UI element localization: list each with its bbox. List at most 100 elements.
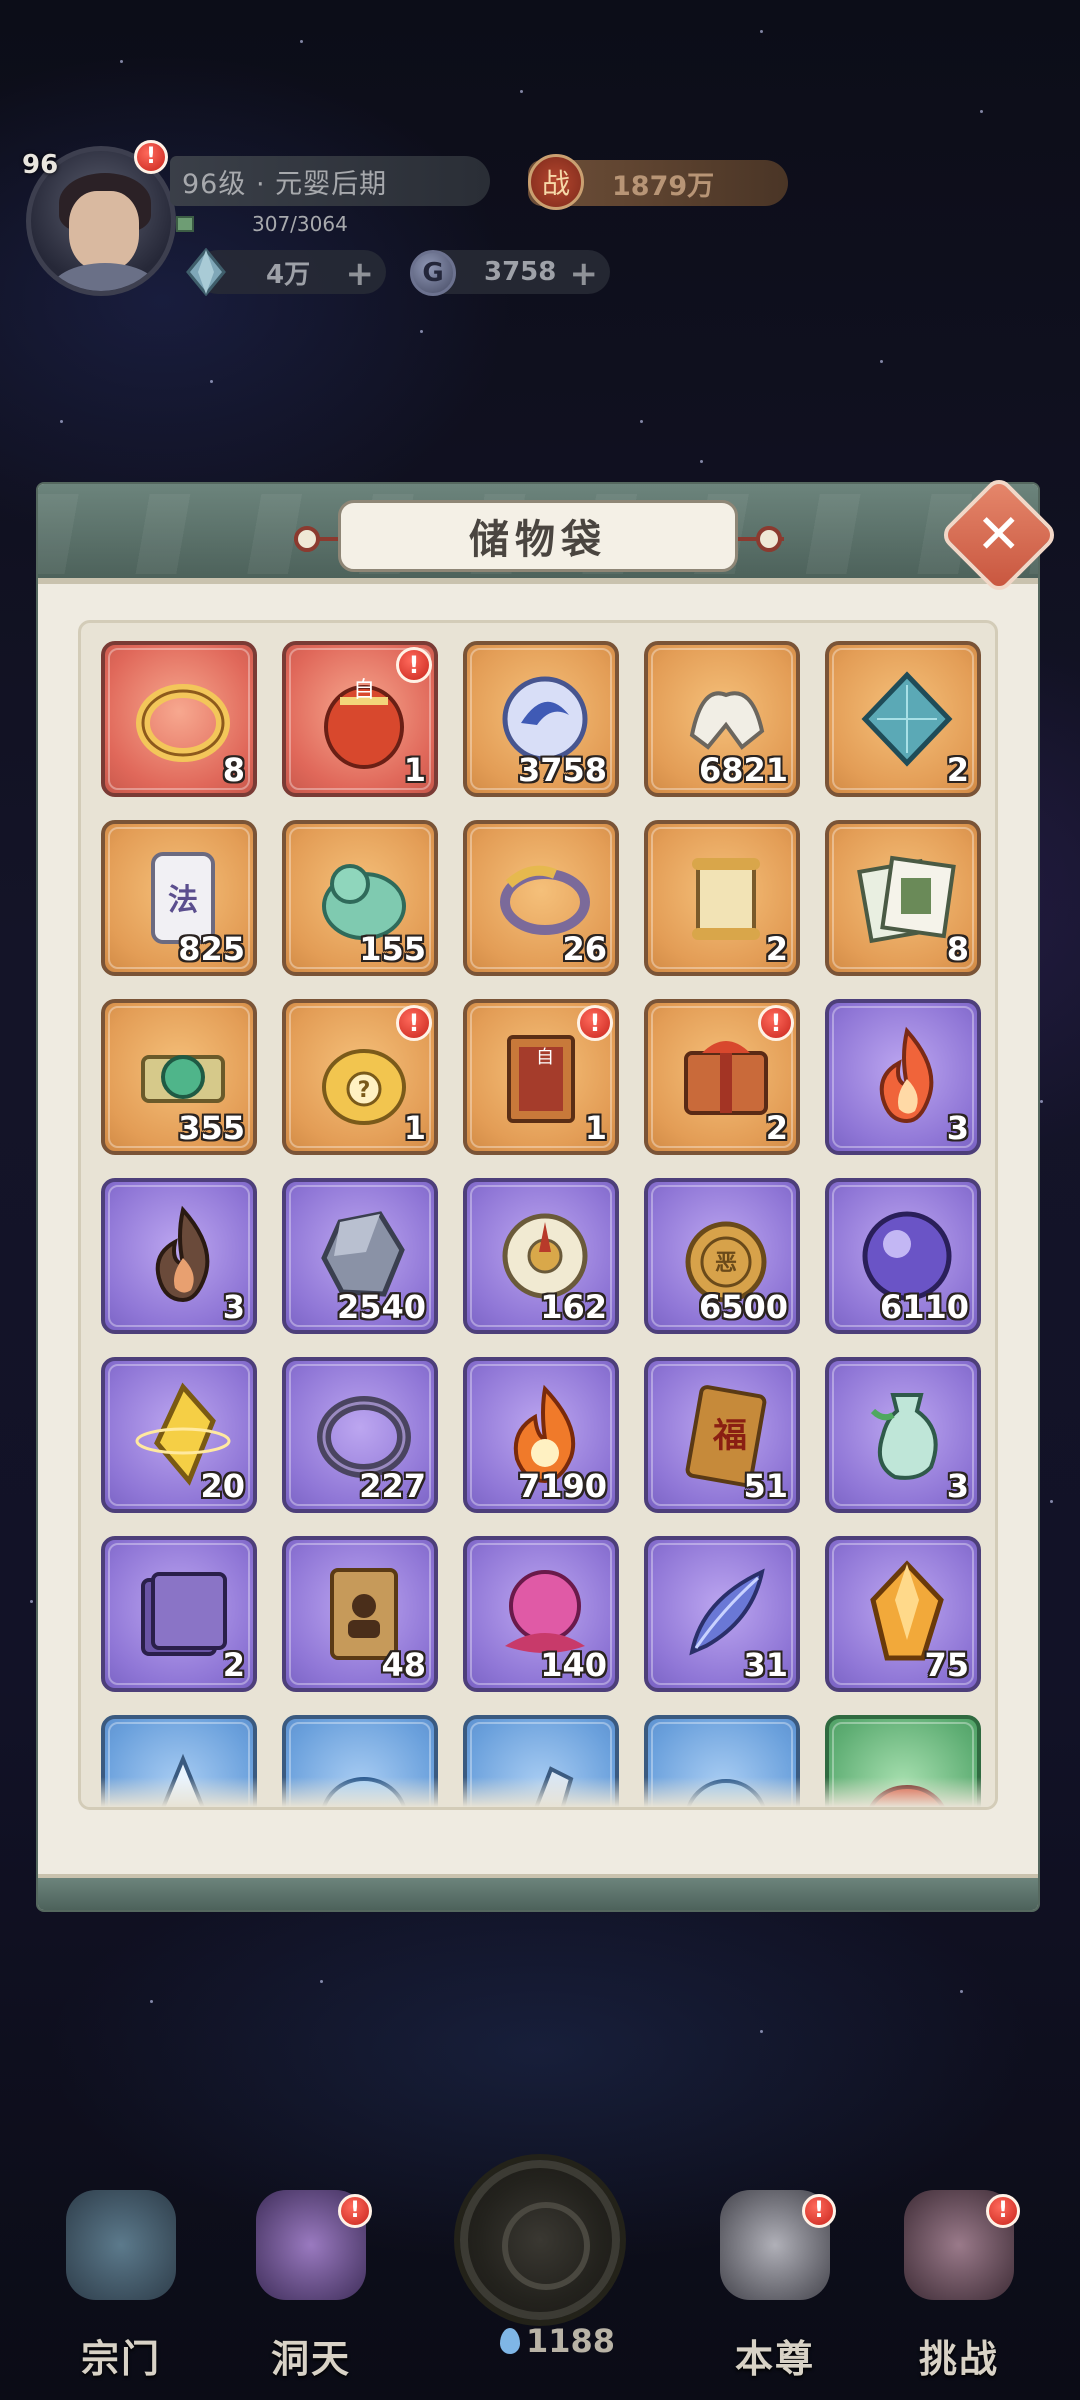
item-count: 1 [403,1109,426,1147]
teal-crystal-icon [853,665,961,773]
scroll-fade [81,1777,995,1807]
item-slot-golden-shard[interactable]: 20 [101,1357,257,1513]
item-slot-dark-ring[interactable]: 227 [282,1357,438,1513]
nav-cave-alert-icon: ! [338,2194,372,2228]
nav-challenge[interactable]: ! 挑战 [874,2190,1044,2381]
item-count: 20 [200,1467,245,1505]
item-slot-iron-ore[interactable]: 2540 [282,1178,438,1334]
item-slot-golden-ring[interactable]: 8 [101,641,257,797]
svg-text:恶: 恶 [715,1251,737,1276]
item-slot-red-lucky-bag[interactable]: 自 1! [282,641,438,797]
red-book-icon: 自 [491,1023,599,1131]
item-slot-spirit-feather[interactable]: 31 [644,1536,800,1692]
purple-tome-icon [129,1560,237,1668]
book-pages-icon [853,844,961,952]
water-drop-icon [500,2328,520,2354]
exp-fill [176,216,194,232]
scroll-icon [672,844,780,952]
item-count: 6821 [698,751,788,789]
item-count: 140 [540,1646,607,1684]
svg-text:自: 自 [536,1047,554,1068]
nav-cave[interactable]: ! 洞天 [226,2190,396,2381]
item-slot-teal-crystal[interactable]: 2 [825,641,981,797]
item-slot-gift-pack[interactable]: 2! [644,999,800,1155]
center-formation-button[interactable] [460,2160,620,2320]
item-count: 6110 [879,1288,969,1326]
item-count: 1 [403,751,426,789]
red-flame-icon [853,1023,961,1131]
item-slot-mystery-bag[interactable]: ? 1! [282,999,438,1155]
svg-text:自: 自 [353,678,375,703]
item-slot-dark-flame[interactable]: 3 [101,1178,257,1334]
coin-value: 3758 [484,257,557,287]
exp-bar: 307/3064 [176,212,476,236]
add-spirit-stone-icon[interactable]: + [346,254,375,294]
item-slot-red-book[interactable]: 自 1! [463,999,619,1155]
nav-sect[interactable]: 宗门 [36,2190,206,2381]
spirit-stone-icon [186,248,226,296]
item-slot-jade-scroll[interactable]: 355 [101,999,257,1155]
item-count: 162 [540,1288,607,1326]
avatar-alert-icon: ! [134,140,168,174]
item-slot-rose-orb[interactable]: 140 [463,1536,619,1692]
add-coin-icon[interactable]: + [570,254,599,294]
item-slot-blue-spirit-orb[interactable]: 3758 [463,641,619,797]
item-count: 8 [222,751,245,789]
item-slot-law-talisman[interactable]: 法 825 [101,820,257,976]
item-count: 2 [765,1109,788,1147]
new-item-alert-icon: ! [396,1005,432,1041]
item-slot-portrait-card[interactable]: 48 [282,1536,438,1692]
item-count: 2 [222,1646,245,1684]
item-count: 3758 [517,751,607,789]
red-lucky-bag-icon: 自 [310,665,418,773]
nav-cave-label: 洞天 [270,2336,351,2381]
nav-challenge-alert-icon: ! [986,2194,1020,2228]
item-count: 3 [222,1288,245,1326]
item-count: 51 [743,1467,788,1505]
svg-text:福: 福 [712,1416,747,1456]
close-icon: ✕ [976,503,1022,566]
title-pin-right [756,526,782,552]
item-slot-jade-lion[interactable]: 155 [282,820,438,976]
item-slot-fire-essence[interactable]: 7190 [463,1357,619,1513]
new-item-alert-icon: ! [396,647,432,683]
item-slot-amber-crystal[interactable]: 75 [825,1536,981,1692]
avatar-body [49,263,161,291]
item-count: 26 [562,930,607,968]
item-count: 1 [584,1109,607,1147]
item-slot-red-flame[interactable]: 3 [825,999,981,1155]
item-count: 2 [946,751,969,789]
nav-self-label: 本尊 [734,2336,815,2381]
modal-title: 储物袋 [338,500,738,572]
nav-self[interactable]: ! 本尊 [690,2190,860,2381]
item-slot-book-pages[interactable]: 8 [825,820,981,976]
item-count: 8 [946,930,969,968]
item-count: 2 [765,930,788,968]
item-count: 75 [924,1646,969,1684]
svg-text:法: 法 [168,883,198,918]
item-slot-fortune-ticket[interactable]: 福 51 [644,1357,800,1513]
spirit-stone-value: 4万 [266,259,311,290]
item-slot-golden-bracelet[interactable]: 26 [463,820,619,976]
item-slot-white-claw[interactable]: 6821 [644,641,800,797]
exp-text: 307/3064 [252,212,348,236]
nav-sect-label: 宗门 [80,2336,161,2381]
item-count: 3 [946,1467,969,1505]
inventory-panel[interactable]: 8 自 1! 3758 6821 2 法 825 155 26 2 8 355? 1! 自 1! 2! 3 3 254… [78,620,998,1810]
item-slot-purple-tome[interactable]: 2 [101,1536,257,1692]
avatar-face [69,191,139,271]
item-count: 3 [946,1109,969,1147]
item-count: 227 [359,1467,426,1505]
nav-challenge-label: 挑战 [918,2336,999,2381]
item-slot-compass-disc[interactable]: 162 [463,1178,619,1334]
sect-icon [66,2190,176,2300]
item-slot-purple-orb[interactable]: 6110 [825,1178,981,1334]
coin-icon: G [410,250,456,296]
gift-pack-icon [672,1023,780,1131]
item-slot-jade-vase[interactable]: 3 [825,1357,981,1513]
item-count: 825 [178,930,245,968]
svg-text:?: ? [358,1078,371,1103]
item-slot-evil-token[interactable]: 恶 6500 [644,1178,800,1334]
item-slot-scroll[interactable]: 2 [644,820,800,976]
storage-bag-modal: 储物袋 ✕ 8 自 1! 3758 6821 2 法 825 155 26 2 8 355? 1! 自 1! 2… [38,474,1060,1910]
